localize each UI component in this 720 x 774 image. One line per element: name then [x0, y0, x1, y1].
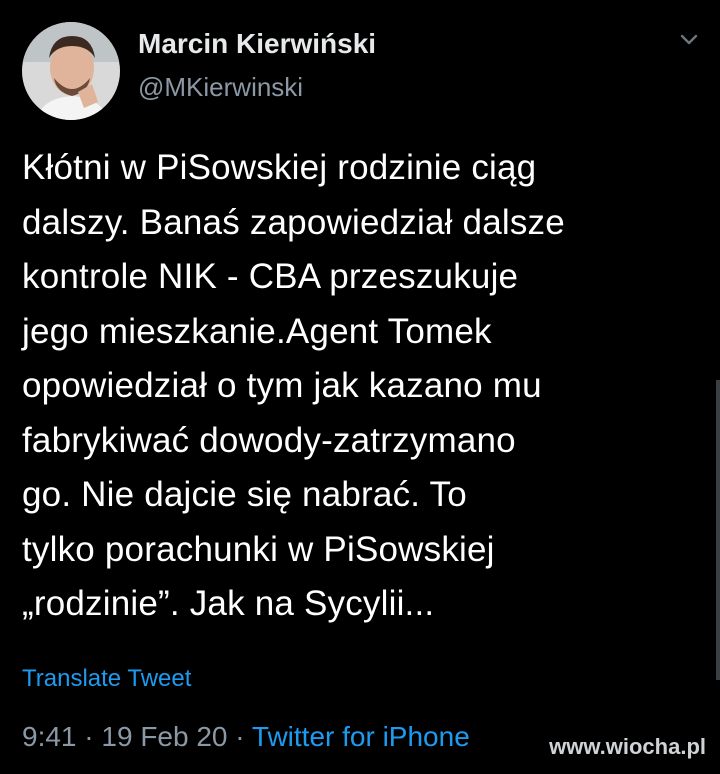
author-handle[interactable]: @MKierwinski: [138, 72, 303, 102]
tweet-text: Kłótni w PiSowskiej rodzinie ciąg dalszy…: [22, 148, 565, 623]
meta-separator: ·: [227, 721, 252, 752]
avatar-photo: [22, 22, 120, 120]
chevron-down-icon[interactable]: [676, 30, 702, 50]
tweet-source-link[interactable]: Twitter for iPhone: [252, 721, 470, 752]
translate-tweet-link[interactable]: Translate Tweet: [22, 664, 191, 694]
author-display-name[interactable]: Marcin Kierwiński: [138, 28, 376, 60]
tweet-time: 9:41: [22, 721, 77, 752]
meta-separator: ·: [76, 721, 102, 752]
watermark: www.wiocha.pl: [549, 734, 706, 759]
avatar[interactable]: [22, 22, 120, 120]
tweet-metadata: 9:41 · 19 Feb 20 · Twitter for iPhone: [22, 720, 470, 754]
tweet-date: 19 Feb 20: [101, 721, 228, 752]
scrollbar[interactable]: [716, 380, 720, 680]
